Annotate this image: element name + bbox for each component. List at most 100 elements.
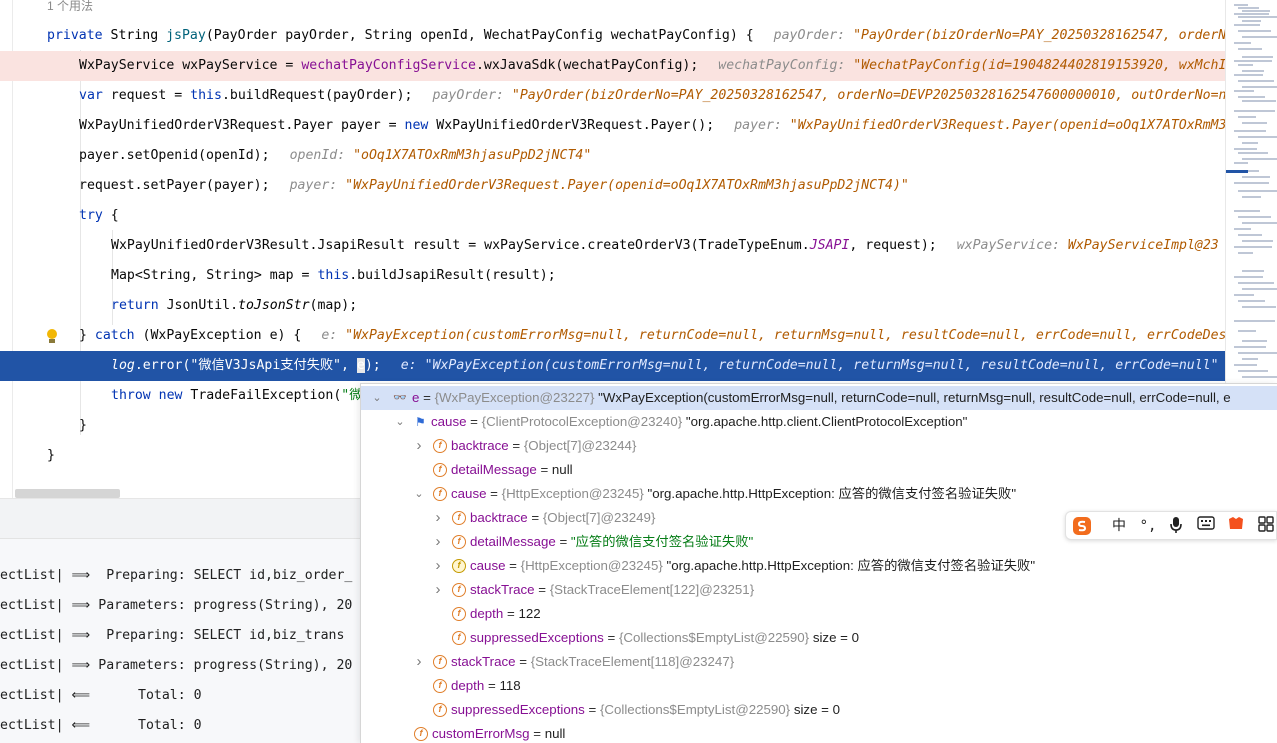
equals-sign: = [515,654,531,669]
lightbulb-icon[interactable] [46,329,58,345]
chevron-down-icon[interactable]: ⌄ [394,410,406,434]
variable-value: null [551,462,573,477]
hint-value: "WxPayException(customErrorMsg=null, ret… [424,358,1219,373]
hint-label: openId: [289,148,354,163]
inline-value-hint[interactable]: e: "WxPayException(customErrorMsg=null, … [321,328,1225,343]
minimap-line [1238,330,1256,332]
inline-value-hint[interactable]: payer: "WxPayUnifiedOrderV3Request.Payer… [734,118,1225,133]
current-line[interactable]: log.error("微信V3JsApi支付失败", e); e: "WxPayE… [0,351,1225,381]
variable-row[interactable]: f suppressedExceptions = {Collections$Emp… [361,698,1277,722]
field-icon: f [414,727,428,741]
variable-row[interactable]: › f backtrace = {Object[7]@23244} [361,434,1277,458]
code-token: .buildRequest(payOrder); [221,88,413,103]
chevron-down-icon[interactable]: ⌄ [371,386,383,410]
usages-hint[interactable]: 1 个用法 [47,0,93,15]
field-icon: f [433,655,447,669]
horizontal-scrollbar[interactable] [15,489,120,498]
variable-row[interactable]: ⌄ f cause = {HttpException@23245} "org.apa… [361,482,1277,506]
minimap-line [1234,60,1272,62]
ime-lang-toggle[interactable]: 中 [1109,516,1129,536]
variable-row[interactable]: › f stackTrace = {StackTraceElement[118]@2… [361,650,1277,674]
minimap-line [1238,64,1253,66]
code-text: return JsonUtil.toJsonStr(map); [111,291,357,321]
minimap-line [1242,86,1277,88]
console-line: ectList| ⟹ Preparing: SELECT id,biz_tran… [0,628,345,643]
inline-value-hint[interactable]: openId: "oOq1X7ATOxRmM3hjasuPpD2jNCT4" [290,148,592,163]
chevron-right-icon[interactable]: › [413,434,425,458]
chevron-right-icon[interactable]: › [432,554,444,578]
skin-icon[interactable] [1226,516,1246,536]
variable-row[interactable]: f detailMessage = null [361,458,1277,482]
inline-value-hint[interactable]: wxPayService: WxPayServiceImpl@23 [957,238,1219,253]
minimap-line [1242,376,1277,378]
ime-toolbar[interactable]: 中 °, [1065,511,1277,540]
code-line[interactable]: return JsonUtil.toJsonStr(map); [0,291,1225,321]
apps-icon[interactable] [1256,516,1276,536]
variable-row[interactable]: f depth = 118 [361,674,1277,698]
code-line[interactable]: WxPayService wxPayService = wechatPayCon… [0,51,1225,81]
field-icon: f [452,535,466,549]
field-icon: f [452,607,466,621]
variable-row[interactable]: › f cause = {HttpException@23245} "org.apa… [361,554,1277,578]
variable-ref: {Object[7]@23249} [542,510,656,525]
code-token: throw [111,388,159,403]
code-line[interactable]: WxPayUnifiedOrderV3Result.JsapiResult re… [0,231,1225,261]
ime-punct-toggle[interactable]: °, [1138,516,1158,536]
minimap-line [1238,300,1265,302]
minimap-line [1238,48,1262,50]
variable-ref: {Collections$EmptyList@22590} [599,702,794,717]
variable-row[interactable]: f depth = 122 [361,602,1277,626]
code-line[interactable]: private String jsPay(PayOrder payOrder, … [0,21,1225,51]
code-token: try [79,208,111,223]
equals-sign: = [486,486,502,501]
variable-name: suppressedExceptions [470,630,604,645]
code-line[interactable]: } catch (WxPayException e) {e: "WxPayExc… [0,321,1225,351]
minimap-current-marker [1226,170,1248,173]
variable-row[interactable]: ⌄ ⚑ cause = {ClientProtocolException@23240… [361,410,1277,434]
chevron-right-icon[interactable]: › [432,578,444,602]
variable-row[interactable]: › f stackTrace = {StackTraceElement[122]@2… [361,578,1277,602]
hint-value: "oOq1X7ATOxRmM3hjasuPpD2jNCT4" [353,148,592,163]
equals-sign: = [419,390,435,405]
variable-row[interactable]: f suppressedExceptions = {Collections$Emp… [361,626,1277,650]
chevron-down-icon[interactable]: ⌄ [413,482,425,506]
minimap-line [1234,74,1263,76]
minimap-line [1238,80,1274,82]
inline-value-hint[interactable]: payer: "WxPayUnifiedOrderV3Request.Payer… [290,178,909,193]
ime-logo-icon[interactable] [1072,516,1092,536]
inline-value-hint[interactable]: payOrder: "PayOrder(bizOrderNo=PAY_20250… [433,88,1226,103]
code-text: log.error("微信V3JsApi支付失败", e); e: "WxPayE… [111,351,1219,381]
inline-value-hint[interactable]: payOrder: "PayOrder(bizOrderNo=PAY_20250… [774,28,1225,43]
code-token: (WxPayException e) { [142,328,302,343]
debug-variables-popup[interactable]: ⌄ 👓 e = {WxPayException@23227} "WxPayExcep… [360,383,1277,743]
code-text: payer.setOpenid(openId); openId: "oOq1X7A… [79,141,591,171]
minimap-line [1242,288,1277,290]
code-line[interactable]: Map<String, String> map = this.buildJsap… [0,261,1225,291]
console-panel[interactable]: ectList| ⟹ Preparing: SELECT id,biz_orde… [0,498,360,743]
minimap-line [1242,270,1264,272]
code-line[interactable]: payer.setOpenid(openId); openId: "oOq1X7A… [0,141,1225,171]
code-token: .buildJsapiResult(result); [349,268,556,283]
variable-value: 118 [499,678,521,693]
variable-name: cause [451,486,487,501]
mic-icon[interactable] [1166,516,1186,536]
minimap-line [1242,70,1264,72]
equals-sign: = [505,558,521,573]
code-text: Map<String, String> map = this.buildJsap… [111,261,556,291]
console-line: ectList| ⟸ Total: 0 [0,688,202,703]
code-line[interactable]: request.setPayer(payer); payer: "WxPayUni… [0,171,1225,201]
keyboard-icon[interactable] [1196,516,1216,536]
chevron-right-icon[interactable]: › [432,506,444,530]
variable-row[interactable]: ⌄ 👓 e = {WxPayException@23227} "WxPayExcep… [361,386,1277,410]
code-line[interactable]: var request = this.buildRequest(payOrder… [0,81,1225,111]
code-line[interactable]: try { [0,201,1225,231]
variable-row[interactable]: f customErrorMsg = null [361,722,1277,743]
inline-value-hint[interactable]: e: "WxPayException(customErrorMsg=null, … [401,358,1219,373]
inline-value-hint[interactable]: wechatPayConfig: "WechatPayConfig(id=190… [718,58,1225,73]
chevron-right-icon[interactable]: › [413,650,425,674]
code-line[interactable]: WxPayUnifiedOrderV3Request.Payer payer =… [0,111,1225,141]
code-token: } [79,328,95,343]
variable-ref: {HttpException@23245} [501,486,648,501]
chevron-right-icon[interactable]: › [432,530,444,554]
variable-name: cause [470,558,506,573]
